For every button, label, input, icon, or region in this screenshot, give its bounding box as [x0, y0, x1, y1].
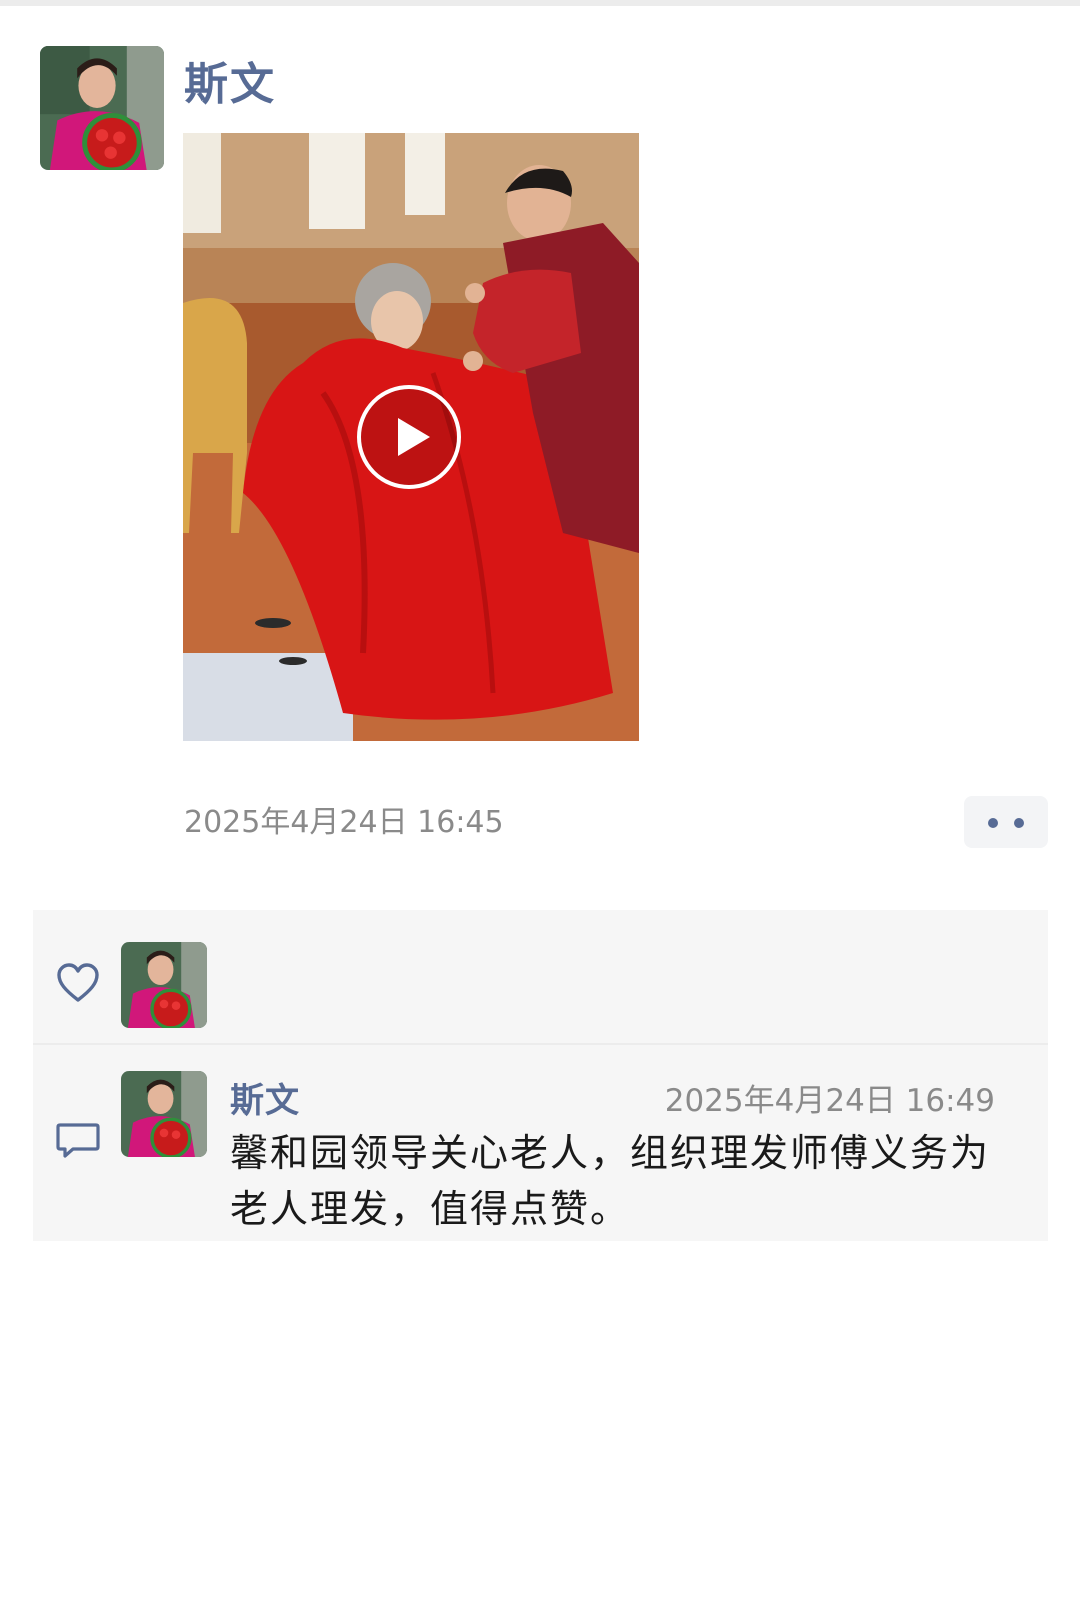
post-timestamp: 2025年4月24日 16:45 — [184, 805, 504, 840]
top-divider — [0, 0, 1080, 6]
more-dots-icon — [1014, 818, 1024, 828]
play-icon[interactable] — [356, 384, 462, 490]
comment-bubble-icon — [56, 1123, 100, 1158]
comment-timestamp: 2025年4月24日 16:49 — [664, 1083, 995, 1119]
more-options-button[interactable] — [964, 796, 1048, 848]
commenter-avatar[interactable] — [121, 1071, 207, 1157]
post-video[interactable] — [183, 133, 639, 741]
liker-avatar[interactable] — [121, 942, 207, 1028]
more-dots-icon — [988, 818, 998, 828]
comment-text: 馨和园领导关心老人，组织理发师傅义务为老人理发，值得点赞。 — [230, 1131, 991, 1231]
comment-item[interactable]: 斯文 2025年4月24日 16:49 馨和园领导关心老人，组织理发师傅义务为老… — [33, 1045, 1048, 1241]
author-name[interactable]: 斯文 — [184, 48, 276, 112]
interaction-panel: 斯文 2025年4月24日 16:49 馨和园领导关心老人，组织理发师傅义务为老… — [33, 910, 1048, 1241]
comment-author[interactable]: 斯文 — [230, 1073, 300, 1122]
likes-row — [33, 910, 1048, 1043]
author-avatar[interactable] — [40, 46, 164, 170]
heart-icon — [57, 963, 99, 1002]
